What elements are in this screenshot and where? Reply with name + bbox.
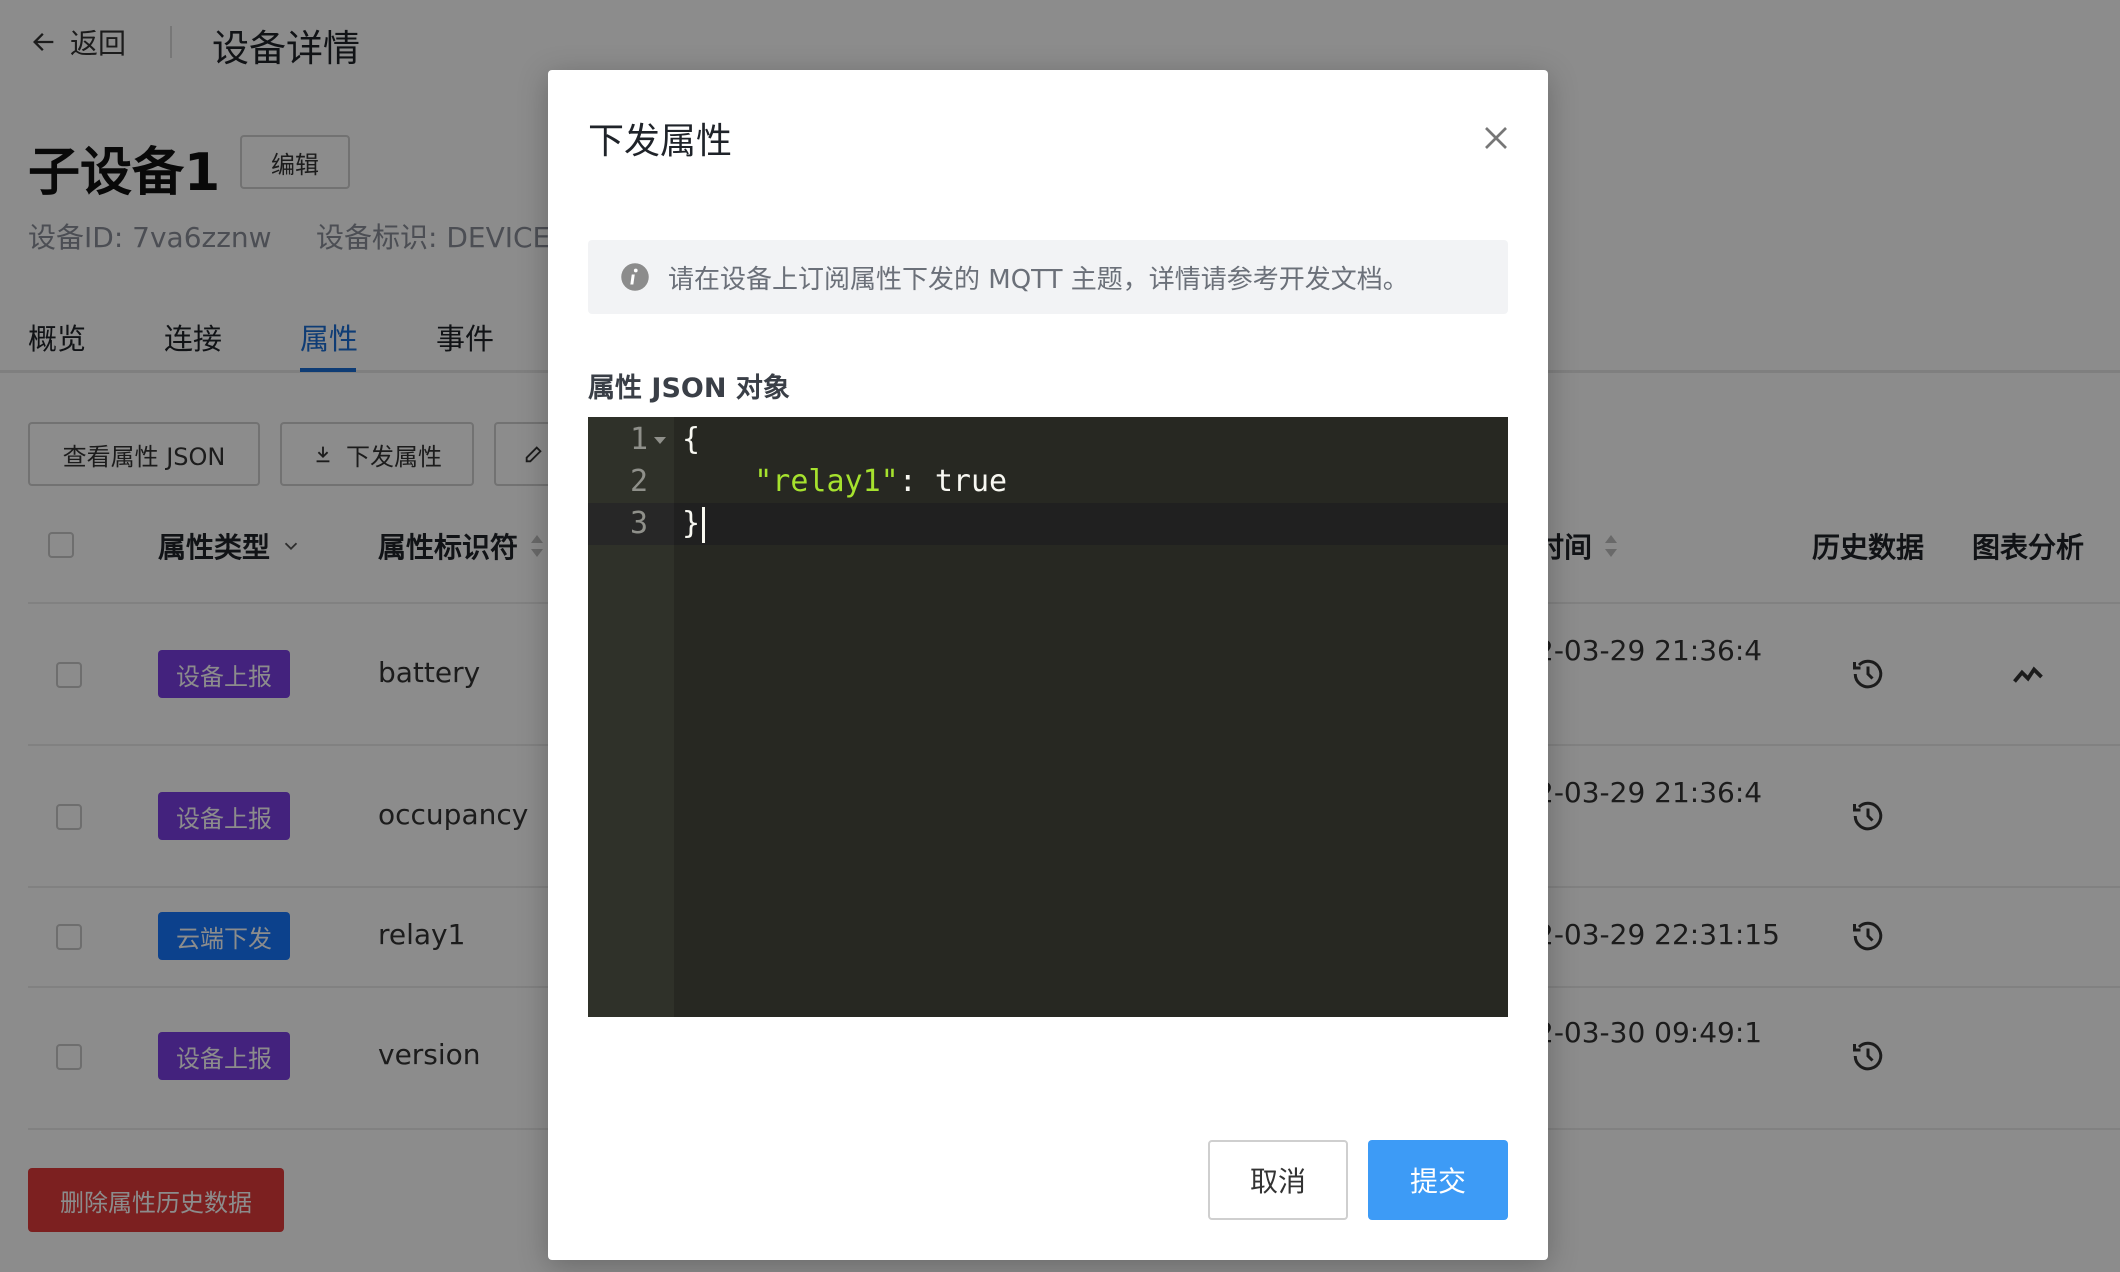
code-line-1: { xyxy=(682,422,701,457)
close-icon[interactable] xyxy=(1476,118,1516,158)
json-colon: : xyxy=(898,464,935,499)
json-code-editor[interactable]: 1 2 3 { "relay1": true } xyxy=(588,417,1508,1017)
line-number: 3 xyxy=(629,506,648,541)
modal-title: 下发属性 xyxy=(588,121,733,162)
code-line-2: "relay1": true xyxy=(682,461,1007,503)
json-field-label: 属性 JSON 对象 xyxy=(588,373,790,404)
info-icon xyxy=(621,263,649,291)
line-number: 2 xyxy=(629,464,648,499)
cancel-button[interactable]: 取消 xyxy=(1208,1140,1348,1220)
fold-arrow-icon[interactable] xyxy=(654,437,666,444)
submit-button[interactable]: 提交 xyxy=(1368,1140,1508,1220)
editor-active-line xyxy=(588,503,1508,545)
info-text: 请在设备上订阅属性下发的 MQTT 主题，详情请参考开发文档。 xyxy=(668,264,1409,295)
code-line-3: } xyxy=(682,506,701,541)
info-alert: 请在设备上订阅属性下发的 MQTT 主题，详情请参考开发文档。 xyxy=(588,240,1508,314)
line-number: 1 xyxy=(629,422,648,457)
send-properties-modal: 下发属性 请在设备上订阅属性下发的 MQTT 主题，详情请参考开发文档。 属性 … xyxy=(548,70,1548,1260)
json-key: "relay1" xyxy=(754,464,899,499)
json-value: true xyxy=(934,464,1008,499)
text-cursor xyxy=(702,507,705,543)
